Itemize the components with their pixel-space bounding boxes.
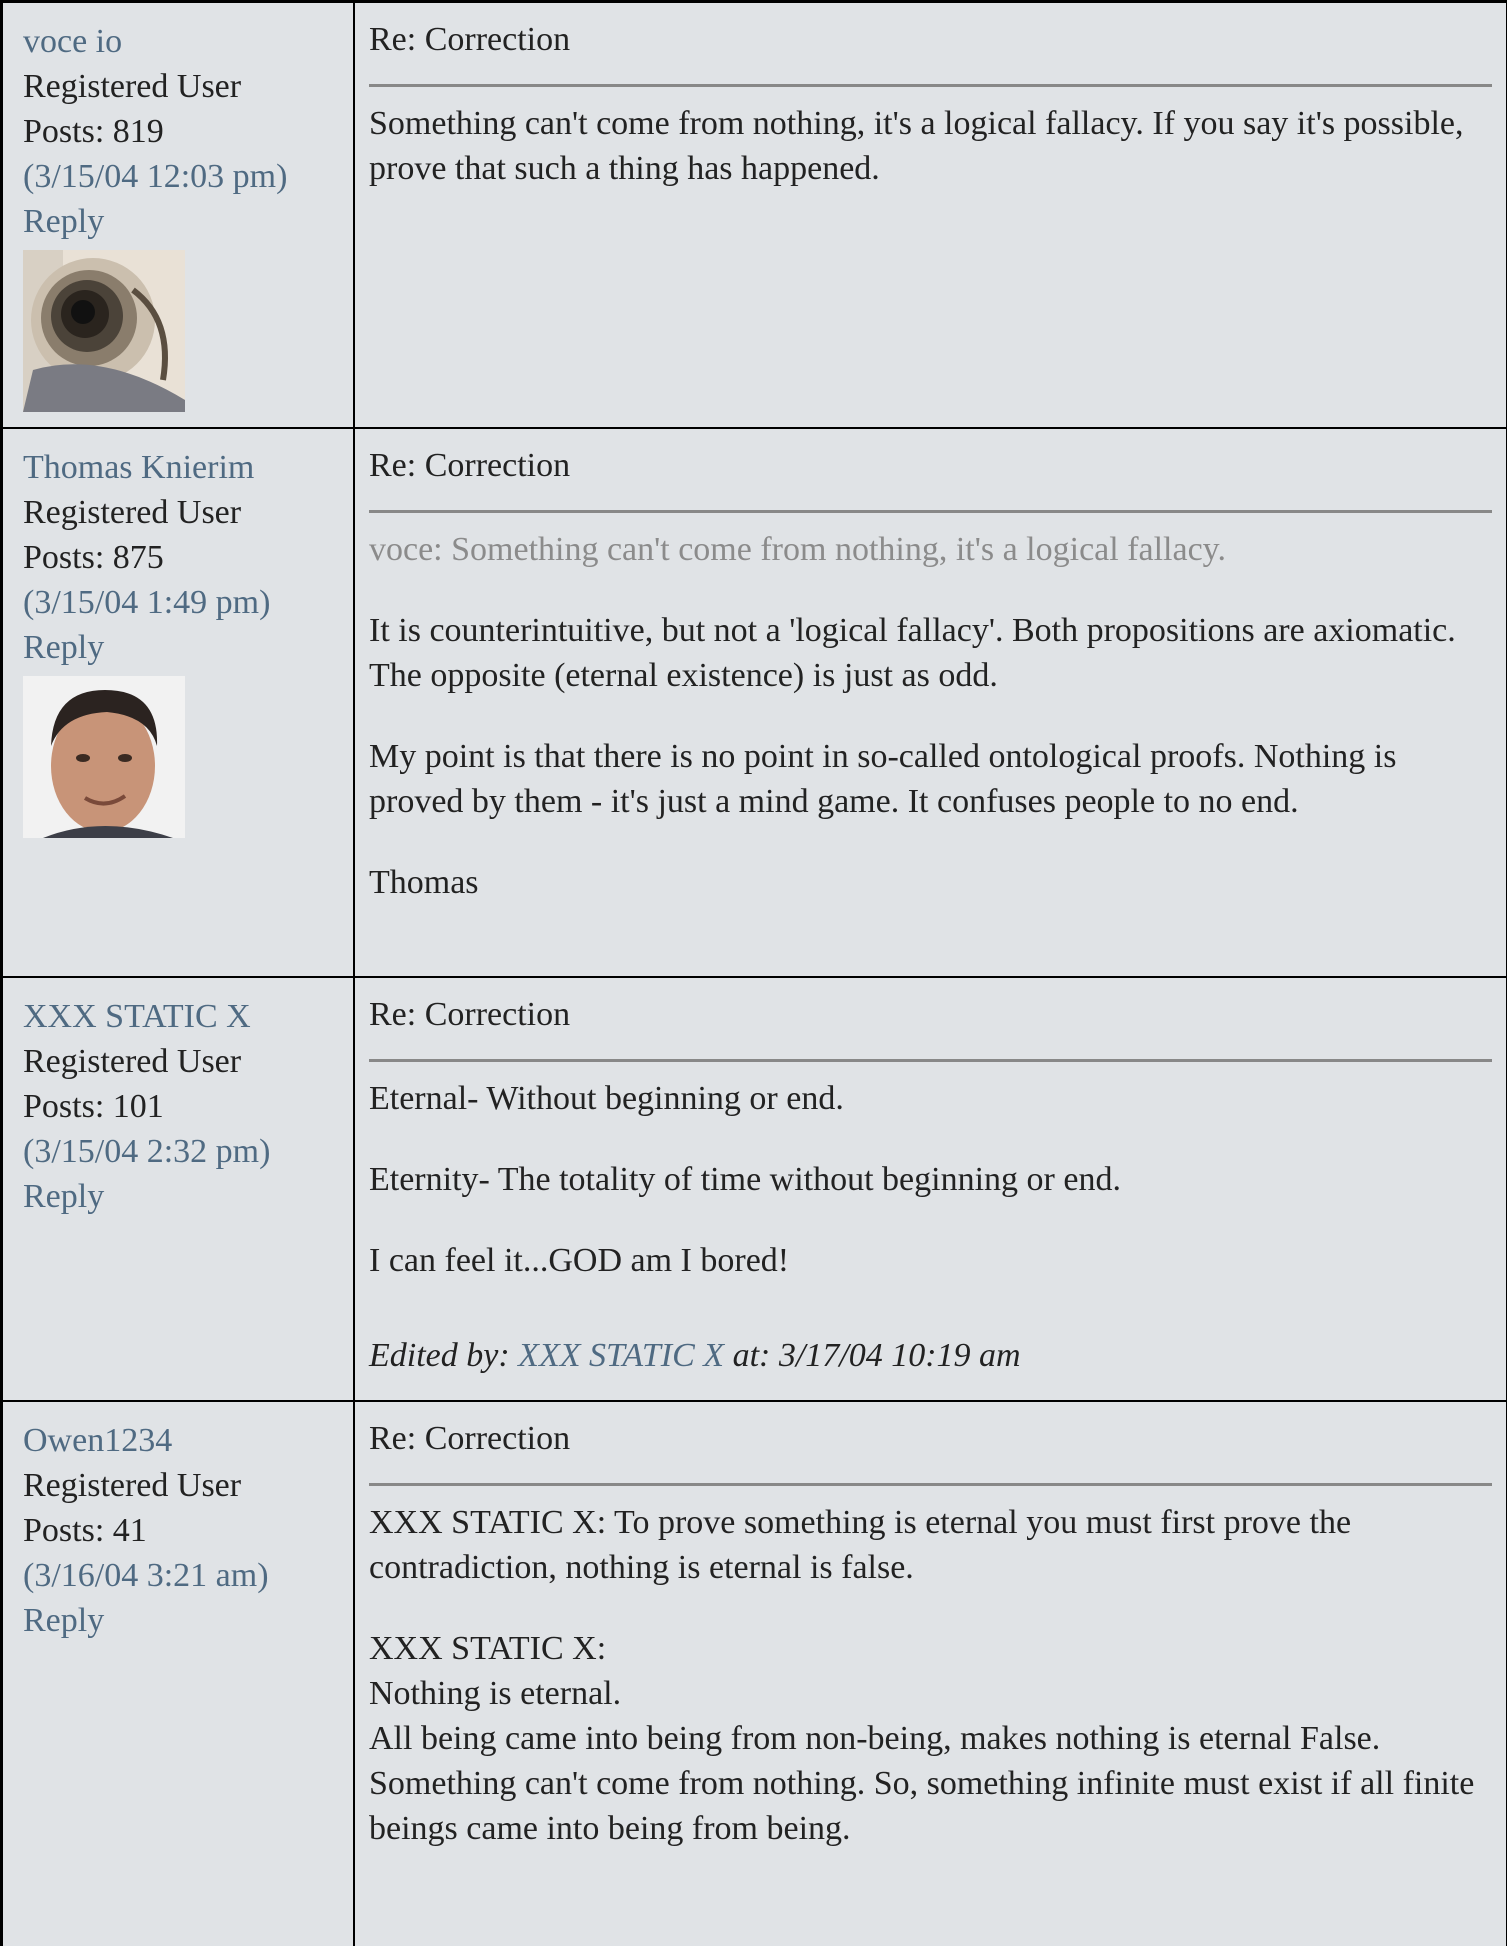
post-content: Re: Correction voce: Something can't com…	[355, 429, 1506, 976]
reply-link[interactable]: Reply	[23, 1174, 353, 1219]
post-body: Eternal- Without beginning or end. Etern…	[369, 1076, 1492, 1378]
author-role: Registered User	[23, 68, 242, 105]
post-subject: Re: Correction	[369, 996, 571, 1033]
post-paragraph: Something can't come from nothing, it's …	[369, 105, 1464, 187]
author-post-count: Posts: 819	[23, 113, 164, 150]
subject-divider	[369, 510, 1492, 513]
forum-post: voce io Registered User Posts: 819 (3/15…	[3, 3, 1506, 429]
post-subject: Re: Correction	[369, 447, 571, 484]
reply-link[interactable]: Reply	[23, 625, 353, 670]
post-paragraph: My point is that there is no point in so…	[369, 738, 1397, 820]
author-role: Registered User	[23, 1467, 242, 1504]
post-subject: Re: Correction	[369, 21, 571, 58]
post-author-panel: Owen1234 Registered User Posts: 41 (3/16…	[3, 1402, 355, 1946]
author-role: Registered User	[23, 1043, 242, 1080]
subject-divider	[369, 1059, 1492, 1062]
post-paragraph: XXX STATIC X: To prove something is eter…	[369, 1504, 1352, 1586]
post-line: XXX STATIC X:	[369, 1630, 607, 1667]
post-timestamp-link[interactable]: (3/15/04 1:49 pm)	[23, 580, 353, 625]
post-timestamp-link[interactable]: (3/16/04 3:21 am)	[23, 1553, 353, 1598]
edited-note: Edited by: XXX STATIC X at: 3/17/04 10:1…	[369, 1333, 1492, 1378]
quoted-text: voce: Something can't come from nothing,…	[369, 531, 1226, 568]
edited-prefix: Edited by:	[369, 1337, 510, 1374]
author-role: Registered User	[23, 494, 242, 531]
forum-thread: voce io Registered User Posts: 819 (3/15…	[0, 0, 1507, 1946]
post-author-panel: XXX STATIC X Registered User Posts: 101 …	[3, 978, 355, 1400]
post-body: XXX STATIC X: To prove something is eter…	[369, 1500, 1492, 1851]
post-content: Re: Correction Eternal- Without beginnin…	[355, 978, 1506, 1400]
subject-divider	[369, 1483, 1492, 1486]
post-paragraph: I can feel it...GOD am I bored!	[369, 1242, 790, 1279]
author-username-link[interactable]: XXX STATIC X	[23, 994, 353, 1039]
post-subject: Re: Correction	[369, 1420, 571, 1457]
avatar	[23, 676, 185, 838]
post-content: Re: Correction Something can't come from…	[355, 3, 1506, 427]
forum-post: Owen1234 Registered User Posts: 41 (3/16…	[3, 1402, 1506, 1946]
post-timestamp-link[interactable]: (3/15/04 2:32 pm)	[23, 1129, 353, 1174]
post-paragraph: XXX STATIC X: Nothing is eternal. All be…	[369, 1626, 1492, 1851]
post-paragraph: It is counterintuitive, but not a 'logic…	[369, 612, 1456, 694]
post-line: Nothing is eternal.	[369, 1675, 622, 1712]
post-body: voce: Something can't come from nothing,…	[369, 527, 1492, 905]
avatar	[23, 250, 185, 412]
post-paragraph: Thomas	[369, 864, 479, 901]
post-line: Something can't come from nothing. So, s…	[369, 1765, 1475, 1847]
edited-by-user-link[interactable]: XXX STATIC X	[518, 1337, 724, 1374]
post-paragraph: Eternity- The totality of time without b…	[369, 1161, 1121, 1198]
reply-link[interactable]: Reply	[23, 199, 353, 244]
post-author-panel: Thomas Knierim Registered User Posts: 87…	[3, 429, 355, 976]
author-username-link[interactable]: Thomas Knierim	[23, 445, 353, 490]
edited-suffix: at: 3/17/04 10:19 am	[732, 1337, 1021, 1374]
reply-link[interactable]: Reply	[23, 1598, 353, 1643]
post-content: Re: Correction XXX STATIC X: To prove so…	[355, 1402, 1506, 1946]
forum-post: XXX STATIC X Registered User Posts: 101 …	[3, 978, 1506, 1402]
post-body: Something can't come from nothing, it's …	[369, 101, 1492, 191]
post-author-panel: voce io Registered User Posts: 819 (3/15…	[3, 3, 355, 427]
subject-divider	[369, 84, 1492, 87]
author-post-count: Posts: 101	[23, 1088, 164, 1125]
author-username-link[interactable]: Owen1234	[23, 1418, 353, 1463]
author-username-link[interactable]: voce io	[23, 19, 353, 64]
author-post-count: Posts: 875	[23, 539, 164, 576]
forum-post: Thomas Knierim Registered User Posts: 87…	[3, 429, 1506, 978]
post-line: All being came into being from non-being…	[369, 1720, 1381, 1757]
post-paragraph: Eternal- Without beginning or end.	[369, 1080, 844, 1117]
post-timestamp-link[interactable]: (3/15/04 12:03 pm)	[23, 154, 353, 199]
author-post-count: Posts: 41	[23, 1512, 147, 1549]
